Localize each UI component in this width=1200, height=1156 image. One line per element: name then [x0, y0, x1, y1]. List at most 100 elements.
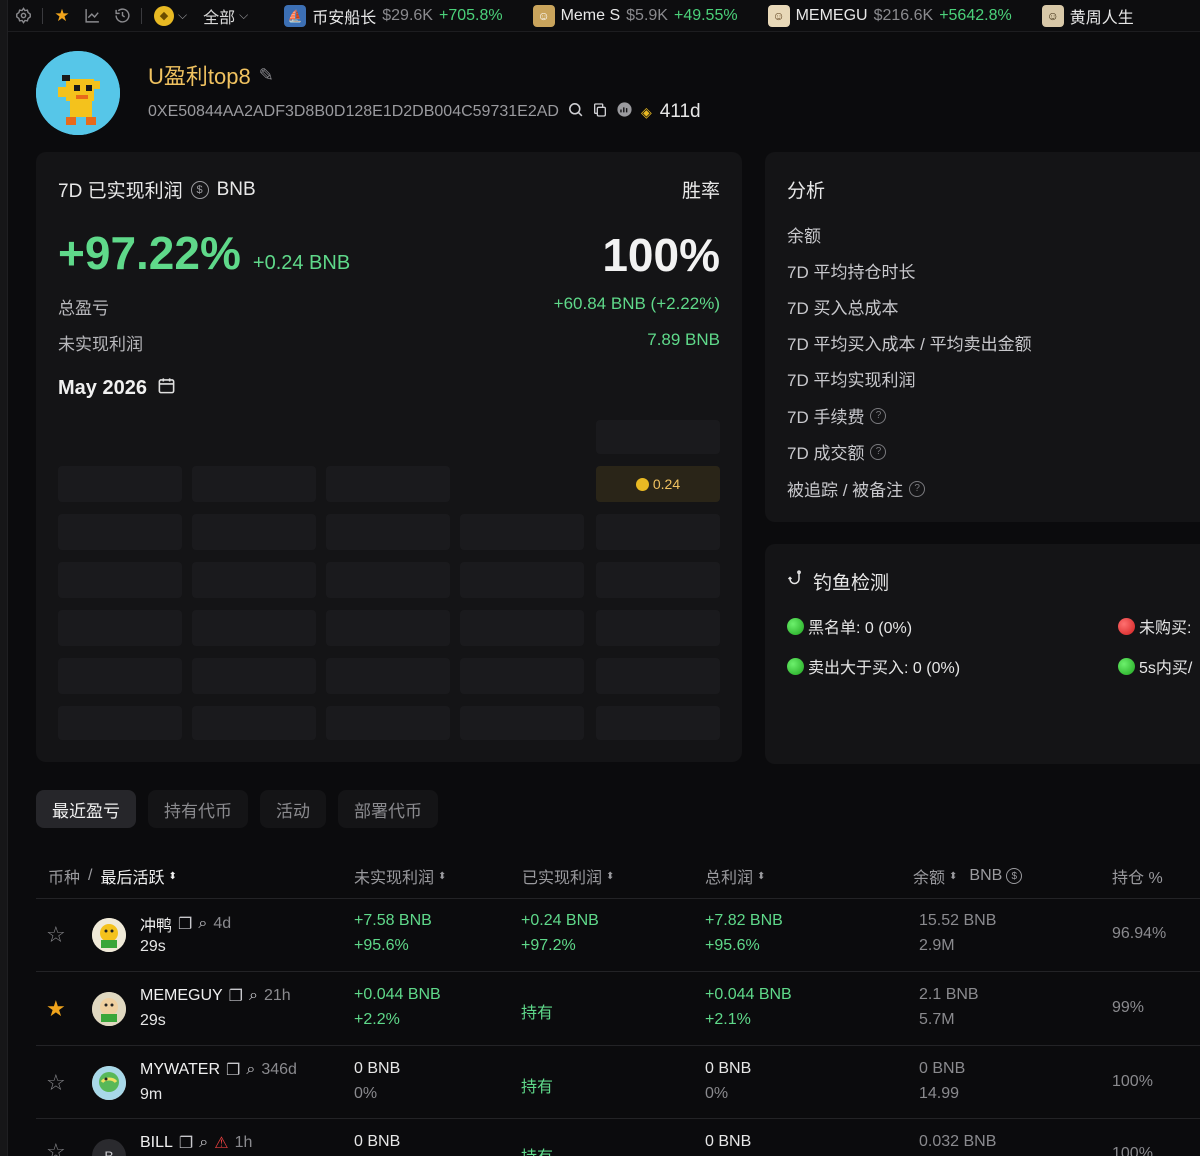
sort-icon[interactable]: ⬍: [757, 871, 765, 882]
calendar-day[interactable]: [58, 610, 182, 646]
calendar-day[interactable]: [192, 706, 316, 740]
calendar-day[interactable]: [596, 706, 720, 740]
copy-icon[interactable]: [592, 102, 608, 123]
calendar-day[interactable]: [326, 514, 450, 550]
filter-all-dropdown[interactable]: 全部: [203, 4, 235, 28]
calendar-day[interactable]: [192, 562, 316, 598]
token-name-text[interactable]: BILL: [140, 1134, 173, 1152]
calendar-day[interactable]: [460, 562, 584, 598]
star-filled-icon[interactable]: ★: [46, 996, 66, 1022]
copy-icon[interactable]: ❐: [178, 914, 192, 934]
calendar-day[interactable]: [58, 562, 182, 598]
column-header-balance[interactable]: 余额 ⬍ BNB $: [913, 864, 1023, 888]
calendar-day[interactable]: [58, 514, 182, 550]
star-icon[interactable]: ☆: [46, 922, 66, 948]
calendar-day[interactable]: [192, 658, 316, 694]
search-icon[interactable]: [567, 101, 584, 123]
calendar-day[interactable]: [596, 610, 720, 646]
chevron-down-icon[interactable]: ⌵: [178, 8, 187, 23]
ticker-item[interactable]: ⛵ 币安船长 $29.6K +705.8%: [284, 4, 503, 28]
calendar-day[interactable]: [460, 658, 584, 694]
explorer-link-icon[interactable]: [616, 101, 633, 123]
phishing-label: 卖出大于买入: 0 (0%): [808, 660, 961, 677]
currency-switch-icon[interactable]: $: [190, 180, 209, 199]
token-name-text[interactable]: 冲鸭: [140, 912, 172, 936]
sort-icon[interactable]: ⬍: [949, 871, 957, 882]
calendar-day[interactable]: [326, 658, 450, 694]
balance-amount: 2.9M: [919, 937, 955, 954]
table-row[interactable]: ☆ 冲鸭 ❐ ⌕ 4d 29s +7.58 BNB +95.6% +0.24 B…: [36, 898, 1200, 971]
header-last-active-label[interactable]: 最后活跃: [100, 864, 164, 888]
balance-amount: 5.7M: [919, 1011, 955, 1028]
analysis-label: 被追踪 / 被备注: [787, 481, 904, 500]
token-name-text[interactable]: MEMEGUY: [140, 987, 223, 1005]
ticker-change: +705.8%: [438, 6, 503, 24]
search-icon[interactable]: ⌕: [199, 1134, 208, 1152]
calendar-day[interactable]: [192, 514, 316, 550]
copy-icon[interactable]: ❐: [229, 986, 243, 1006]
help-icon[interactable]: ?: [870, 443, 887, 460]
column-header-unrealized[interactable]: 未实现利润 ⬍: [354, 864, 446, 888]
calendar-day[interactable]: [596, 658, 720, 694]
column-header-position[interactable]: 持仓 %: [1112, 864, 1163, 888]
calendar-day[interactable]: [596, 514, 720, 550]
calendar-day[interactable]: [596, 420, 720, 454]
currency-switch-icon[interactable]: $: [1006, 868, 1023, 884]
calendar-day[interactable]: [58, 466, 182, 502]
calendar-day[interactable]: [460, 706, 584, 740]
table-row[interactable]: ☆ MYWATER ❐ ⌕ 346d 9m 0 BNB 0% 持有 0 BNB …: [36, 1046, 1200, 1119]
sort-icon[interactable]: ⬍: [168, 871, 176, 882]
calendar-day[interactable]: [58, 658, 182, 694]
ticker-item[interactable]: ☺ 黄周人生: [1041, 4, 1140, 28]
tab-recent-pnl[interactable]: 最近盈亏: [36, 790, 136, 828]
currency-label[interactable]: BNB: [217, 179, 256, 201]
calendar-day[interactable]: [326, 466, 450, 502]
table-row[interactable]: ★ MEMEGUY ❐ ⌕ 21h 29s +0.044 BNB +2.2% 持…: [36, 972, 1200, 1045]
settings-icon[interactable]: [8, 0, 38, 31]
calendar-day[interactable]: [58, 706, 182, 740]
calendar-day[interactable]: [326, 562, 450, 598]
chart-icon[interactable]: [77, 0, 107, 31]
ticker-item[interactable]: ☺ MEMEGU $216.6K +5642.8%: [767, 4, 1012, 27]
tab-activity[interactable]: 活动: [260, 790, 326, 828]
edit-icon[interactable]: ✎: [259, 65, 274, 86]
ticker-name: 黄周人生: [1069, 9, 1134, 27]
calendar-day[interactable]: [460, 610, 584, 646]
table-row[interactable]: ☆ B BILL ❐ ⌕ ⚠ 1h 0 BNB 持有 0 BNB 0.032 B…: [36, 1119, 1200, 1156]
search-icon[interactable]: ⌕: [249, 987, 258, 1005]
ticker-item[interactable]: ☺ Meme S $5.9K +49.55%: [532, 4, 738, 27]
sort-icon[interactable]: ⬍: [438, 871, 446, 882]
sort-icon[interactable]: ⬍: [606, 871, 614, 882]
tab-holdings[interactable]: 持有代币: [148, 790, 248, 828]
winrate-value: 100%: [602, 229, 720, 281]
help-icon[interactable]: ?: [909, 480, 926, 497]
calendar-day[interactable]: [326, 610, 450, 646]
help-icon[interactable]: ?: [870, 407, 887, 424]
calendar-icon[interactable]: [157, 376, 176, 400]
calendar-day[interactable]: [596, 562, 720, 598]
calendar-day[interactable]: [192, 466, 316, 502]
star-icon[interactable]: ☆: [46, 1070, 66, 1096]
unrealized-pct: +2.2%: [354, 1011, 400, 1028]
header-unit[interactable]: BNB: [969, 867, 1002, 885]
column-header-token[interactable]: 币种 / 最后活跃 ⬍: [48, 864, 177, 888]
bnb-chain-icon[interactable]: ◆: [154, 5, 174, 26]
calendar-day-highlight[interactable]: 0.24: [596, 466, 720, 502]
column-header-realized[interactable]: 已实现利润 ⬍: [522, 864, 614, 888]
search-icon[interactable]: ⌕: [246, 1061, 255, 1079]
month-selector[interactable]: May 2026: [58, 376, 176, 400]
history-icon[interactable]: [107, 0, 137, 31]
calendar-day[interactable]: [460, 514, 584, 550]
copy-icon[interactable]: ❐: [226, 1060, 240, 1080]
copy-icon[interactable]: ❐: [179, 1133, 193, 1153]
tab-deployed-tokens[interactable]: 部署代币: [338, 790, 438, 828]
calendar-day[interactable]: [326, 706, 450, 740]
search-icon[interactable]: ⌕: [198, 915, 207, 933]
token-name-text[interactable]: MYWATER: [140, 1061, 220, 1079]
favorites-star-icon[interactable]: ★: [47, 0, 77, 31]
column-header-total[interactable]: 总利润 ⬍: [705, 864, 765, 888]
star-icon[interactable]: ☆: [46, 1139, 66, 1156]
chevron-down-icon[interactable]: ⌵: [239, 8, 248, 23]
calendar-day[interactable]: [192, 610, 316, 646]
unrealized-value: 0 BNB: [354, 1060, 401, 1077]
